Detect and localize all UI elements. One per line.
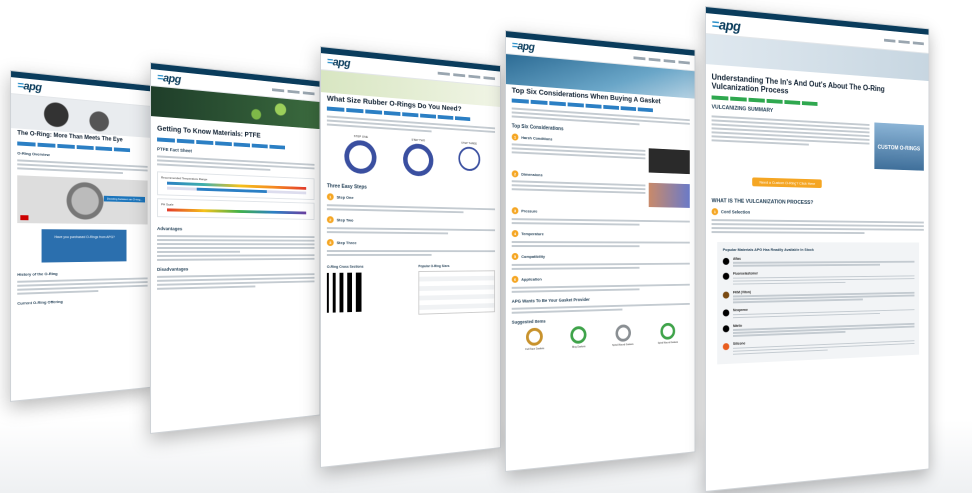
cross-section-heading: O-Ring Cross Sections [326,264,364,270]
cta-text: Have you purchased O-Rings from APG? [54,234,115,239]
page-vulcanization: =apg Understanding The In's And Out's Ab… [705,6,930,492]
step-three-text [321,247,500,259]
consideration-4: 4 Temperature [506,227,695,250]
step-card-label: STEP ONE [353,134,369,140]
body-text-2 [151,232,319,264]
step-number-icon: 1 [326,193,334,201]
gasket-image [648,148,690,175]
ph-chart: PH Scale [157,197,315,220]
consideration-3: 3 Pressure [506,204,695,229]
sizes-table: Popular O-Ring Sizes [418,264,496,315]
suggested-items: Full Face Gaskets Ring Gaskets Spiral Wo… [506,319,695,355]
material-color-icon [722,272,730,280]
video-caption: Deciding between an O-ring... [104,195,146,203]
cta-box[interactable]: Have you purchased O-Rings from APG? [41,228,127,263]
apg-logo[interactable]: =apg [512,40,535,54]
apg-logo[interactable]: =apg [157,72,181,86]
summary-text [711,113,870,168]
page-ptfe: =apg Getting To Know Materials: PTFE PTF… [150,62,321,434]
custom-orings-promo[interactable]: CUSTOM O-RINGS [874,122,924,171]
gasket-icon [660,322,676,341]
step-number-icon: 1 [511,133,519,141]
showcase-stage: =apg The O-Ring: More Than Meets The Eye… [0,0,972,493]
step-number-icon: 5 [511,253,519,261]
material-color-icon [722,291,730,299]
step-card-label: STEP TWO [411,137,426,143]
main-nav[interactable] [272,87,315,95]
cross-section-panel: O-Ring Cross Sections [326,264,411,318]
step-number-icon: 3 [511,207,519,215]
temperature-chart: Recommended Temperature Range [157,171,315,200]
step-card-label: STEP THREE [461,141,477,146]
material-color-icon [722,343,730,351]
step-number-icon: 3 [326,239,334,247]
oring-diagram-icon [403,143,434,177]
step-number-icon: 2 [326,216,334,224]
suggested-item[interactable]: Spiral Wound Gaskets [612,324,633,347]
main-nav[interactable] [437,71,496,80]
sizes-table-heading: Popular O-Ring Sizes [418,264,450,269]
body-text-3 [151,270,319,292]
consideration-5: 5 Compatibility [506,250,695,273]
custom-oring-button[interactable]: Need a Custom O-Ring? Click Here [752,177,823,188]
sizes-table-body [418,270,496,315]
suggested-item[interactable]: Spiral Wound Gaskets [658,322,678,345]
material-color-icon [722,257,730,265]
gasket-image [648,183,690,209]
apg-logo[interactable]: =apg [327,56,350,70]
suggested-item[interactable]: Ring Gaskets [570,326,587,349]
step-text [706,216,929,237]
gasket-icon [570,326,587,345]
page-gasket: =apg Top Six Considerations When Buying … [505,30,696,472]
main-nav[interactable] [884,38,924,45]
gasket-icon [526,327,544,347]
step-number-icon: 1 [711,207,719,215]
page-oring-size: =apg What Size Rubber O-Rings Do You Nee… [320,46,501,468]
video-thumbnail[interactable]: Deciding between an O-ring... [17,174,148,225]
step-three-heading: 3 Step Three [321,236,500,248]
materials-heading: Popular Materials APG Has Readily Availa… [722,246,814,252]
promo-title: CUSTOM O-RINGS [877,144,921,152]
step-number-icon: 4 [511,230,519,238]
oring-diagram-icon [344,139,377,175]
material-color-icon [722,324,730,332]
step-card-1: STEP ONE [344,134,377,175]
main-nav[interactable] [633,55,690,64]
apg-logo[interactable]: =apg [712,16,741,35]
material-color-icon [722,309,730,317]
cross-section-lines [326,272,411,314]
play-icon[interactable] [20,214,29,220]
page-oring-overview: =apg The O-Ring: More Than Meets The Eye… [10,70,154,402]
cross-section-row: O-Ring Cross Sections Popular O-Ring Siz… [321,259,500,325]
step-number-icon: 2 [511,170,519,178]
suggested-item[interactable]: Full Face Gaskets [525,327,544,351]
step-card-2: STEP TWO [403,137,434,177]
apg-logo[interactable]: =apg [17,80,41,94]
gasket-icon [615,324,631,343]
materials-box: Popular Materials APG Has Readily Availa… [717,241,920,365]
step-card-3: STEP THREE [458,141,480,179]
gauge-icon [458,146,480,172]
step-number-icon: 6 [511,276,519,284]
